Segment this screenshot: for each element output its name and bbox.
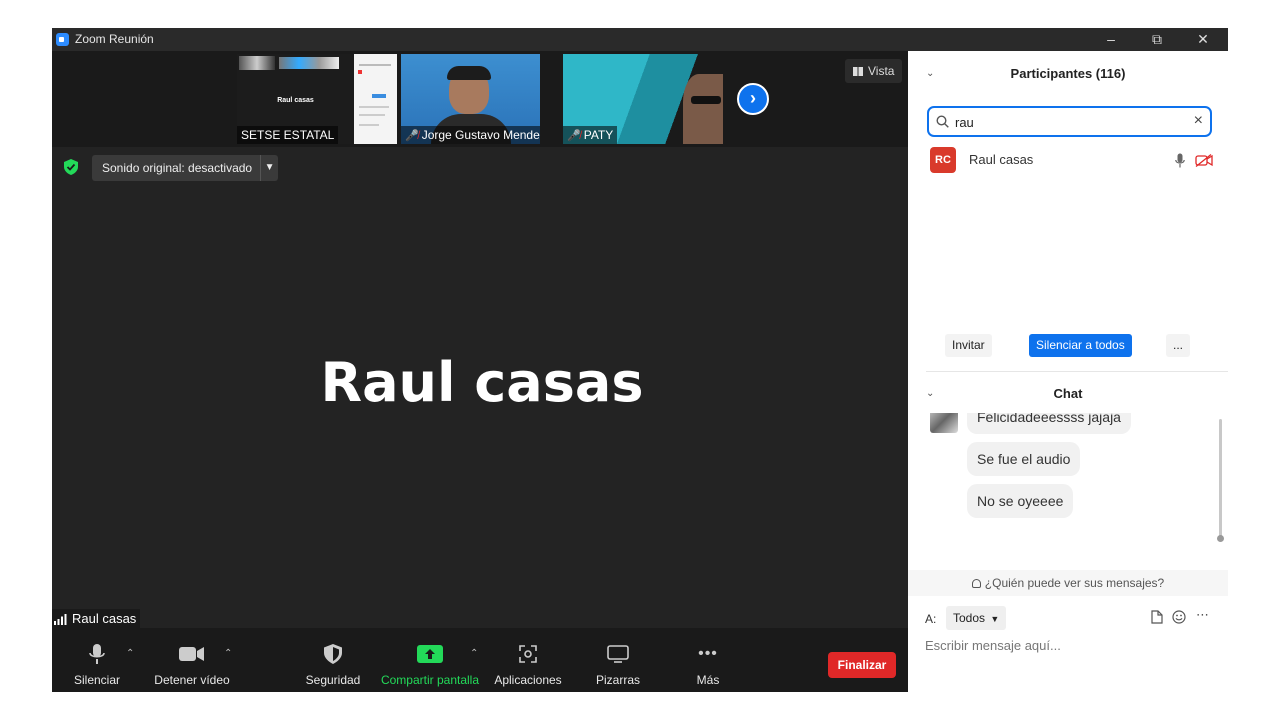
search-icon — [936, 115, 949, 128]
original-sound-label: Sonido original: desactivado — [102, 161, 253, 175]
video-off-icon[interactable] — [1195, 154, 1213, 167]
thumbnail-label: 🎤̸ PATY — [563, 126, 618, 144]
mute-button[interactable]: Silenciar — [74, 642, 120, 687]
recipient-label: A: — [925, 612, 937, 626]
chat-header: Chat — [1053, 386, 1083, 401]
more-dots-icon: ••• — [698, 645, 718, 662]
audio-options-caret[interactable]: ⌃ — [126, 648, 134, 659]
participant-search: × — [927, 106, 1212, 137]
chat-message-input[interactable] — [925, 638, 1215, 653]
active-speaker-name: Raul casas — [320, 351, 644, 414]
whiteboards-button[interactable]: Pizarras — [592, 642, 644, 687]
search-input[interactable] — [955, 112, 1185, 132]
close-window-button[interactable]: ✕ — [1180, 28, 1226, 51]
share-screen-label: Compartir pantalla — [380, 673, 480, 687]
stop-video-label: Detener vídeo — [154, 673, 230, 687]
end-meeting-button[interactable]: Finalizar — [828, 652, 896, 678]
person-face — [683, 74, 723, 144]
chat-message: No se oyeeee — [967, 484, 1074, 518]
side-panel: ⌄ Participantes (116) × RC Raul casas In… — [908, 51, 1228, 692]
shield-icon — [324, 644, 342, 664]
message-visibility-info[interactable]: ¿Quién puede ver sus mensajes? — [908, 570, 1228, 596]
meeting-area: Raul casas SETSE ESTATAL 🎤̸ Jorge Gustavo… — [52, 51, 908, 692]
chat-more-icon[interactable]: ⋯ — [1196, 607, 1209, 623]
next-page-button[interactable]: › — [737, 83, 769, 115]
chevron-down-icon[interactable]: ▼ — [260, 155, 278, 181]
video-strip: Raul casas SETSE ESTATAL 🎤̸ Jorge Gustavo… — [52, 51, 908, 147]
signal-strength-icon — [54, 613, 67, 625]
video-camera-icon — [179, 647, 204, 661]
thumbnail-label: SETSE ESTATAL — [237, 126, 339, 144]
recipient-value: Todos — [953, 611, 986, 625]
grid-icon — [853, 67, 863, 76]
muted-mic-icon: 🎤̸ — [405, 130, 419, 142]
thumbnail-name: Jorge Gustavo Mendez — [421, 128, 540, 142]
mute-label: Silenciar — [74, 673, 121, 687]
visibility-text: ¿Quién puede ver sus mensajes? — [984, 576, 1165, 590]
stop-video-button[interactable]: Detener vídeo — [152, 642, 232, 687]
chat-message: Se fue el audio — [967, 442, 1081, 476]
apps-icon — [519, 645, 537, 663]
microphone-icon — [89, 644, 105, 664]
zoom-logo-icon — [56, 33, 69, 46]
original-sound-toggle[interactable]: Sonido original: desactivado ▼ — [92, 155, 279, 181]
thumbnail-inner-name: Raul casas — [277, 97, 314, 104]
video-thumbnail[interactable]: 🎤̸ PATY — [563, 54, 723, 144]
encryption-shield-icon[interactable] — [64, 159, 78, 175]
thumbnail-image — [239, 56, 275, 70]
apps-button[interactable]: Aplicaciones — [492, 642, 564, 687]
speaker-name: Raul casas — [72, 611, 137, 626]
share-options-caret[interactable]: ⌃ — [470, 648, 478, 659]
whiteboard-icon — [607, 645, 629, 663]
person-glasses — [691, 96, 721, 104]
minimize-button[interactable]: – — [1088, 28, 1134, 51]
participant-name: Raul casas — [969, 152, 1034, 167]
microphone-icon[interactable] — [1175, 153, 1185, 168]
participants-more-button[interactable]: ... — [1166, 334, 1191, 357]
thumbnail-image — [279, 57, 339, 69]
video-options-caret[interactable]: ⌃ — [224, 648, 232, 659]
person-hair — [447, 66, 491, 80]
scrollbar-thumb[interactable] — [1217, 535, 1224, 542]
more-label: Más — [696, 673, 720, 687]
recipient-select[interactable]: Todos ▼ — [946, 606, 1007, 630]
share-screen-icon — [417, 645, 443, 663]
participant-row[interactable]: RC Raul casas — [908, 147, 1228, 181]
view-button[interactable]: Vista — [845, 59, 903, 83]
zoom-window: Zoom Reunión – ⧉ ✕ Raul casas SETSE ESTA… — [52, 28, 1228, 692]
window-title: Zoom Reunión — [75, 32, 154, 46]
muted-mic-icon: 🎤̸ — [567, 130, 581, 142]
restore-button[interactable]: ⧉ — [1134, 28, 1180, 51]
view-label: Vista — [868, 64, 895, 78]
video-thumbnail[interactable]: Raul casas SETSE ESTATAL — [237, 54, 397, 144]
file-icon[interactable] — [1151, 610, 1163, 624]
divider — [926, 371, 1228, 372]
avatar — [930, 413, 958, 433]
thumbnail-label: 🎤̸ Jorge Gustavo Mendez — [401, 126, 540, 144]
video-thumbnail[interactable]: 🎤̸ Jorge Gustavo Mendez — [401, 54, 540, 144]
participants-header: Participantes (116) — [1010, 66, 1126, 81]
clear-search-icon[interactable]: × — [1194, 112, 1203, 130]
thumbnail-name: PATY — [583, 128, 614, 142]
emoji-icon[interactable] — [1172, 610, 1186, 624]
more-button[interactable]: ••• Más — [688, 642, 728, 687]
mute-all-button[interactable]: Silenciar a todos — [1029, 334, 1132, 357]
whiteboards-label: Pizarras — [595, 673, 640, 687]
invite-button[interactable]: Invitar — [945, 334, 992, 357]
security-button[interactable]: Seguridad — [302, 642, 364, 687]
chat-message: Felicidadeeessss jajaja — [967, 413, 1131, 434]
person-icon — [971, 579, 981, 588]
chat-scrollbar[interactable] — [1219, 419, 1222, 537]
share-screen-button[interactable]: Compartir pantalla — [378, 642, 482, 687]
speaker-name-tag: Raul casas — [52, 609, 141, 629]
title-bar: Zoom Reunión – ⧉ ✕ — [52, 28, 1228, 51]
chevron-down-icon: ▼ — [990, 614, 1000, 624]
apps-label: Aplicaciones — [494, 673, 562, 687]
security-label: Seguridad — [305, 673, 361, 687]
avatar: RC — [930, 147, 956, 173]
chat-messages: Felicidadeeessss jajaja Se fue el audio … — [908, 413, 1228, 548]
meeting-toolbar: Silenciar ⌃ Detener vídeo ⌃ Seguridad Co… — [52, 628, 908, 692]
thumbnail-document — [354, 54, 397, 144]
